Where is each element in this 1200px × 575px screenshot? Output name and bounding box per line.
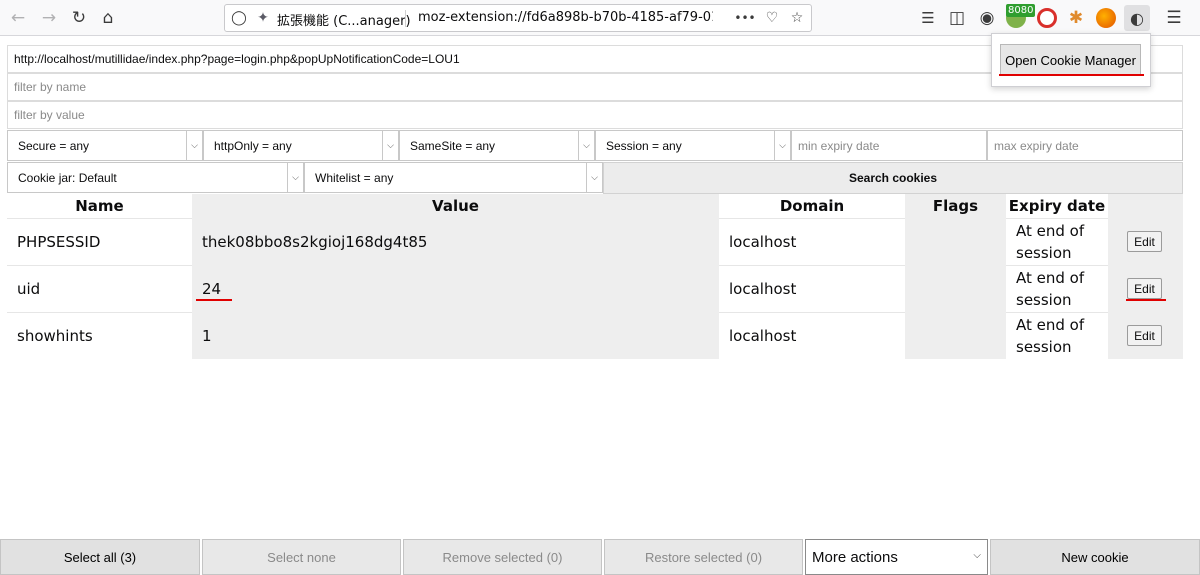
chevron-down-icon: ⌵ <box>586 163 602 192</box>
column-header-value[interactable]: Value <box>192 194 719 218</box>
value-highlight-underline <box>196 299 232 301</box>
cookie-jar-select[interactable]: Cookie jar: Default ⌵ <box>7 162 304 193</box>
shield-icon[interactable]: ◯ <box>229 8 249 28</box>
reload-icon[interactable]: ↻ <box>67 6 91 30</box>
samesite-select[interactable]: SameSite = any ⌵ <box>399 130 595 161</box>
edit-cookie-button[interactable]: Edit <box>1127 325 1162 346</box>
more-actions-select[interactable]: More actions ⌵ <box>805 539 988 575</box>
secure-select-label: Secure = any <box>18 139 90 153</box>
cookie-flags-cell <box>905 218 1006 265</box>
pocket-icon[interactable]: ♡ <box>762 8 782 28</box>
chevron-down-icon: ⌵ <box>774 131 790 160</box>
edit-highlight-underline <box>1126 299 1166 301</box>
cookie-domain-cell: localhost <box>729 232 797 251</box>
account-icon[interactable]: ◉ <box>975 6 999 30</box>
home-icon[interactable]: ⌂ <box>96 6 120 30</box>
expiry-text-line1: At end of <box>1016 221 1085 240</box>
cookie-name-cell: uid <box>17 279 41 298</box>
httponly-select-label: httpOnly = any <box>214 139 292 153</box>
firefox-icon[interactable] <box>1096 8 1116 28</box>
cookie-jar-select-label: Cookie jar: Default <box>18 171 117 185</box>
samesite-select-label: SameSite = any <box>410 139 496 153</box>
column-header-name[interactable]: Name <box>7 194 192 218</box>
column-header-flags[interactable]: Flags <box>905 194 1006 218</box>
restore-selected-button[interactable]: Restore selected (0) <box>604 539 803 575</box>
extension-page-title: 拡張機能 (C...anager) <box>277 14 411 29</box>
chevron-down-icon: ⌵ <box>186 131 202 160</box>
cookie-flags-cell <box>905 312 1006 359</box>
whitelist-select[interactable]: Whitelist = any ⌵ <box>304 162 603 193</box>
select-all-button[interactable]: Select all (3) <box>0 539 200 575</box>
chevron-down-icon: ⌵ <box>287 163 303 192</box>
sidebar-icon[interactable]: ◫ <box>945 6 969 30</box>
edit-cookie-button[interactable]: Edit <box>1127 278 1162 299</box>
cookie-manager-extension-icon[interactable]: ◐ <box>1124 5 1150 31</box>
hamburger-menu-icon[interactable]: ☰ <box>1162 6 1186 30</box>
cookie-expiry-cell: At end of session <box>1006 312 1108 359</box>
bookmark-star-icon[interactable]: ☆ <box>787 8 807 28</box>
url-bar[interactable]: ◯ ✦ 拡張機能 (C...anager) moz-extension://fd… <box>224 4 812 32</box>
puzzle-extension-icon: ✦ <box>257 10 269 26</box>
max-expiry-date-input[interactable]: max expiry date <box>987 130 1183 161</box>
cookie-value-cell: 1 <box>192 312 719 359</box>
edit-cookie-button[interactable]: Edit <box>1127 231 1162 252</box>
proxy-port-badge: 8080 <box>1006 4 1036 17</box>
expiry-text-line2: session <box>1016 290 1072 309</box>
chevron-down-icon: ⌵ <box>578 131 594 160</box>
cookie-name-cell: PHPSESSID <box>17 232 101 251</box>
cookie-flags-cell <box>905 265 1006 312</box>
value-filter-input[interactable]: filter by value <box>7 101 1183 129</box>
cookie-domain-cell: localhost <box>729 326 797 345</box>
cookie-expiry-cell: At end of session <box>1006 218 1108 265</box>
expiry-text-line2: session <box>1016 243 1072 262</box>
new-cookie-button[interactable]: New cookie <box>990 539 1200 575</box>
cookie-domain-cell: localhost <box>729 279 797 298</box>
cookie-value-cell: thek08bbo8s2kgioj168dg4t85 <box>192 218 719 265</box>
url-text[interactable]: moz-extension://fd6a898b-b70b-4185-af79-… <box>418 10 713 25</box>
chevron-down-icon: ⌵ <box>382 131 398 160</box>
expiry-text-line1: At end of <box>1016 315 1085 334</box>
forward-arrow-icon[interactable]: → <box>37 6 61 30</box>
search-cookies-button[interactable]: Search cookies <box>603 162 1183 194</box>
select-none-button[interactable]: Select none <box>202 539 401 575</box>
column-header-actions <box>1108 194 1183 218</box>
popup-highlight-underline <box>999 74 1144 76</box>
cookie-name-cell: showhints <box>17 326 93 345</box>
cookie-expiry-cell: At end of session <box>1006 265 1108 312</box>
browser-toolbar: ← → ↻ ⌂ ◯ ✦ 拡張機能 (C...anager) moz-extens… <box>0 0 1200 36</box>
more-actions-label: More actions <box>812 549 898 566</box>
min-expiry-date-input[interactable]: min expiry date <box>791 130 987 161</box>
session-select[interactable]: Session = any ⌵ <box>595 130 791 161</box>
column-header-domain[interactable]: Domain <box>719 194 905 218</box>
expiry-text-line2: session <box>1016 337 1072 356</box>
whitelist-select-label: Whitelist = any <box>315 171 394 185</box>
library-icon[interactable]: ☰ <box>916 6 940 30</box>
cookie-value-cell: 24 <box>192 265 719 312</box>
extension-popup: Open Cookie Manager <box>991 33 1151 87</box>
record-extension-icon[interactable] <box>1037 8 1057 28</box>
httponly-select[interactable]: httpOnly = any ⌵ <box>203 130 399 161</box>
url-separator <box>405 10 406 27</box>
open-cookie-manager-button[interactable]: Open Cookie Manager <box>1000 44 1141 76</box>
secure-select[interactable]: Secure = any ⌵ <box>7 130 203 161</box>
puzzle-addon-icon[interactable]: ✱ <box>1064 6 1088 30</box>
remove-selected-button[interactable]: Remove selected (0) <box>403 539 602 575</box>
column-header-expiry[interactable]: Expiry date <box>1006 194 1108 218</box>
session-select-label: Session = any <box>606 139 682 153</box>
more-dots-icon[interactable]: ••• <box>734 8 755 28</box>
expiry-text-line1: At end of <box>1016 268 1085 287</box>
back-arrow-icon[interactable]: ← <box>6 6 30 30</box>
chevron-down-icon: ⌵ <box>973 550 981 561</box>
